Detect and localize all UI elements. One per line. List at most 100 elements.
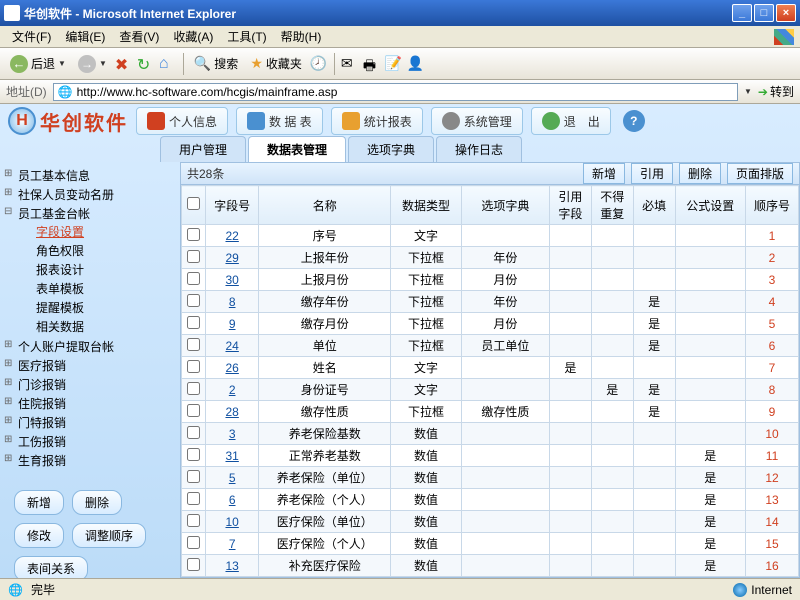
tree-leaf[interactable]: 报表设计 xyxy=(22,260,176,279)
field-number-link[interactable]: 5 xyxy=(206,467,259,489)
row-checkbox[interactable] xyxy=(187,382,200,395)
tree-node[interactable]: 社保人员变动名册 xyxy=(4,185,176,204)
tree-node[interactable]: 门诊报销 xyxy=(4,375,176,394)
table-row[interactable]: 5养老保险（单位）数值是12 xyxy=(182,467,799,489)
tree-leaf[interactable]: 角色权限 xyxy=(22,241,176,260)
table-row[interactable]: 8缴存年份下拉框年份是4 xyxy=(182,291,799,313)
field-number-link[interactable]: 10 xyxy=(206,511,259,533)
menu-favorites[interactable]: 收藏(A) xyxy=(167,26,219,47)
row-checkbox[interactable] xyxy=(187,360,200,373)
tab-option-dict[interactable]: 选项字典 xyxy=(348,136,434,162)
field-number-link[interactable]: 29 xyxy=(206,247,259,269)
col-header[interactable]: 公式设置 xyxy=(675,186,746,225)
back-button[interactable]: 后退▼ xyxy=(6,53,70,75)
action-ref[interactable]: 引用 xyxy=(631,163,673,184)
close-button[interactable]: × xyxy=(776,4,796,22)
table-row[interactable]: 13补充医疗保险数值是16 xyxy=(182,555,799,577)
data-grid[interactable]: 字段号名称数据类型选项字典引用字段不得重复必填公式设置顺序号 22序号文字129… xyxy=(181,185,799,577)
tab-user-mgmt[interactable]: 用户管理 xyxy=(160,136,246,162)
field-number-link[interactable]: 31 xyxy=(206,445,259,467)
table-row[interactable]: 31正常养老基数数值是11 xyxy=(182,445,799,467)
tree-node[interactable]: 门特报销 xyxy=(4,413,176,432)
table-row[interactable]: 7医疗保险（个人）数值是15 xyxy=(182,533,799,555)
btn-delete[interactable]: 删除 xyxy=(72,490,122,515)
field-number-link[interactable]: 8 xyxy=(206,291,259,313)
table-row[interactable]: 3养老保险基数数值10 xyxy=(182,423,799,445)
field-number-link[interactable]: 26 xyxy=(206,357,259,379)
menu-view[interactable]: 查看(V) xyxy=(113,26,165,47)
stop-icon[interactable]: ✖ xyxy=(115,55,133,73)
tree-node[interactable]: 个人账户提取台帐 xyxy=(4,337,176,356)
tree-node[interactable]: 住院报销 xyxy=(4,394,176,413)
field-number-link[interactable]: 6 xyxy=(206,489,259,511)
tree-leaf-selected[interactable]: 字段设置 xyxy=(22,222,176,241)
row-checkbox[interactable] xyxy=(187,492,200,505)
menu-file[interactable]: 文件(F) xyxy=(6,26,57,47)
row-checkbox[interactable] xyxy=(187,448,200,461)
url-dropdown-icon[interactable]: ▼ xyxy=(744,87,752,96)
table-row[interactable]: 6养老保险（个人）数值是13 xyxy=(182,489,799,511)
forward-button[interactable]: ▼ xyxy=(74,53,111,75)
row-checkbox[interactable] xyxy=(187,514,200,527)
col-header[interactable]: 数据类型 xyxy=(391,186,462,225)
row-checkbox[interactable] xyxy=(187,294,200,307)
messenger-icon[interactable]: 👤 xyxy=(407,55,425,73)
tree-leaf[interactable]: 相关数据 xyxy=(22,317,176,336)
tree-node[interactable]: 工伤报销 xyxy=(4,432,176,451)
field-number-link[interactable]: 27 xyxy=(206,577,259,578)
tree-node[interactable]: 生育报销 xyxy=(4,451,176,470)
row-checkbox[interactable] xyxy=(187,426,200,439)
tab-operation-log[interactable]: 操作日志 xyxy=(436,136,522,162)
help-button[interactable]: ? xyxy=(623,110,645,132)
col-header[interactable] xyxy=(182,186,206,225)
tree-node[interactable]: 医疗报销 xyxy=(4,356,176,375)
row-checkbox[interactable] xyxy=(187,338,200,351)
table-row[interactable]: 28缴存性质下拉框缴存性质是9 xyxy=(182,401,799,423)
table-row[interactable]: 26姓名文字是7 xyxy=(182,357,799,379)
btn-add[interactable]: 新增 xyxy=(14,490,64,515)
col-header[interactable]: 选项字典 xyxy=(461,186,549,225)
table-row[interactable]: 9缴存月份下拉框月份是5 xyxy=(182,313,799,335)
field-number-link[interactable]: 2 xyxy=(206,379,259,401)
nav-personal[interactable]: 个人信息 xyxy=(136,107,228,135)
btn-modify[interactable]: 修改 xyxy=(14,523,64,548)
row-checkbox[interactable] xyxy=(187,558,200,571)
edit-icon[interactable]: 📝 xyxy=(385,55,403,73)
col-header[interactable]: 名称 xyxy=(259,186,391,225)
nav-report[interactable]: 统计报表 xyxy=(331,107,423,135)
field-number-link[interactable]: 13 xyxy=(206,555,259,577)
favorites-button[interactable]: ★收藏夹 xyxy=(246,53,306,74)
table-row[interactable]: 22序号文字1 xyxy=(182,225,799,247)
go-button[interactable]: ➔转到 xyxy=(758,83,794,100)
tree-leaf[interactable]: 提醒模板 xyxy=(22,298,176,317)
field-number-link[interactable]: 22 xyxy=(206,225,259,247)
menu-help[interactable]: 帮助(H) xyxy=(275,26,328,47)
tree-node-open[interactable]: 员工基金台帐 字段设置 角色权限 报表设计 表单模板 提醒模板 相关数据 xyxy=(4,204,176,337)
row-checkbox[interactable] xyxy=(187,536,200,549)
field-number-link[interactable]: 28 xyxy=(206,401,259,423)
table-row[interactable]: 30上报月份下拉框月份3 xyxy=(182,269,799,291)
btn-relation[interactable]: 表间关系 xyxy=(14,556,88,578)
field-number-link[interactable]: 24 xyxy=(206,335,259,357)
minimize-button[interactable]: _ xyxy=(732,4,752,22)
field-number-link[interactable]: 9 xyxy=(206,313,259,335)
row-checkbox[interactable] xyxy=(187,404,200,417)
table-row[interactable]: 27大额医疗个人缴纳数值17 xyxy=(182,577,799,578)
field-number-link[interactable]: 7 xyxy=(206,533,259,555)
tree-leaf[interactable]: 表单模板 xyxy=(22,279,176,298)
table-row[interactable]: 29上报年份下拉框年份2 xyxy=(182,247,799,269)
action-layout[interactable]: 页面排版 xyxy=(727,163,793,184)
tree-node[interactable]: 员工基本信息 xyxy=(4,166,176,185)
menu-tools[interactable]: 工具(T) xyxy=(221,26,272,47)
table-row[interactable]: 10医疗保险（单位）数值是14 xyxy=(182,511,799,533)
action-del[interactable]: 删除 xyxy=(679,163,721,184)
table-row[interactable]: 2身份证号文字是是8 xyxy=(182,379,799,401)
url-field[interactable]: 🌐http://www.hc-software.com/hcgis/mainfr… xyxy=(53,83,738,101)
mail-icon[interactable]: ✉ xyxy=(341,55,359,73)
row-checkbox[interactable] xyxy=(187,250,200,263)
nav-system[interactable]: 系统管理 xyxy=(431,107,523,135)
row-checkbox[interactable] xyxy=(187,228,200,241)
history-icon[interactable]: 🕗 xyxy=(310,55,328,73)
menu-edit[interactable]: 编辑(E) xyxy=(59,26,111,47)
maximize-button[interactable]: □ xyxy=(754,4,774,22)
